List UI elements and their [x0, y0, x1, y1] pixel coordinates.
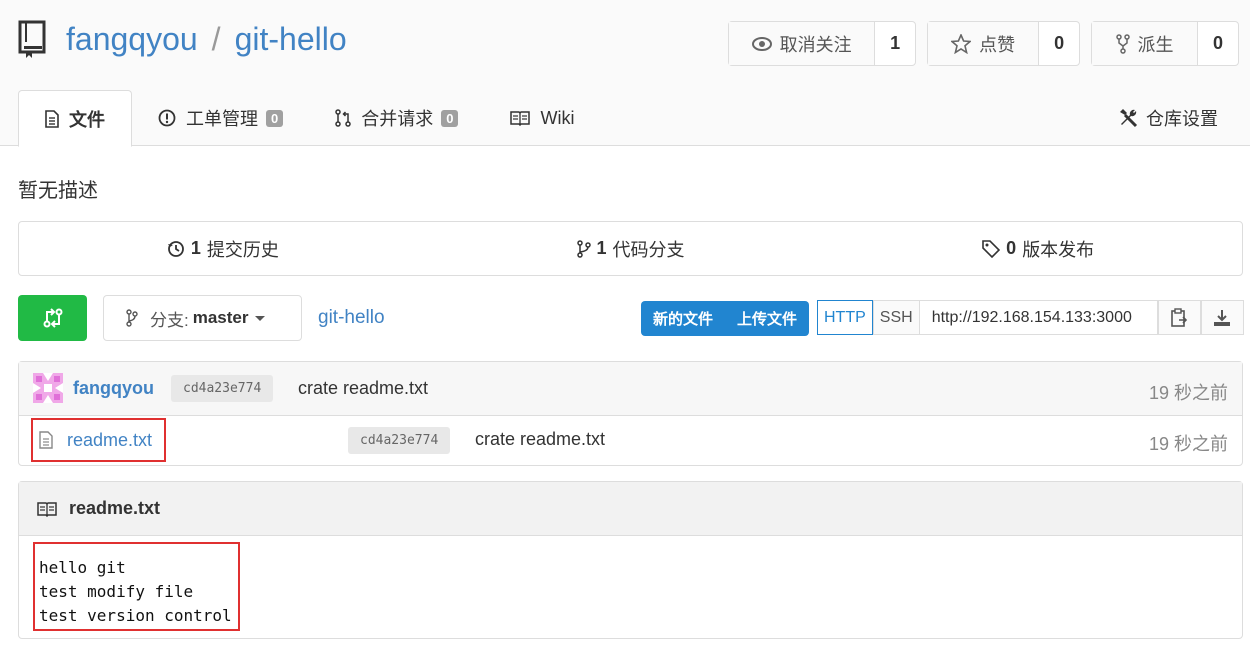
commit-time: 19 秒之前: [1148, 383, 1228, 403]
repo-stats-bar: 1 提交历史 1 代码分支 0 版本发布: [18, 221, 1243, 276]
issues-count-badge: 0: [266, 109, 284, 127]
watch-count[interactable]: 1: [875, 22, 915, 65]
download-icon: [1214, 309, 1231, 326]
stat-branches[interactable]: 1 代码分支: [427, 222, 835, 275]
tools-icon: [1120, 109, 1138, 128]
readme-line: hello git: [39, 558, 126, 577]
clone-panel: HTTP SSH http://192.168.154.133:3000: [817, 300, 1244, 335]
branch-name: master: [192, 308, 249, 327]
history-icon: [167, 240, 184, 257]
file-text-icon: [45, 109, 59, 128]
compare-arrows-icon: [43, 308, 62, 328]
commits-label: 提交历史: [206, 239, 279, 260]
tab-pull-requests[interactable]: 合并请求 0: [309, 90, 484, 146]
readme-content-highlight: hello git test modify file test version …: [33, 542, 240, 631]
tab-wiki[interactable]: Wiki: [484, 90, 600, 146]
book-open-icon: [510, 111, 531, 126]
latest-commit-row: fangqyou cd4a23e774 crate readme.txt 19 …: [19, 362, 1242, 416]
tab-files-label: 文件: [69, 109, 105, 130]
branches-label: 代码分支: [612, 239, 685, 260]
repo-title: fangqyou / git-hello: [18, 20, 347, 58]
repo-separator: /: [211, 20, 221, 57]
releases-label: 版本发布: [1022, 239, 1095, 260]
table-row: readme.txt cd4a23e774 crate readme.txt 1…: [19, 416, 1242, 466]
unwatch-button[interactable]: 取消关注: [729, 22, 876, 65]
fork-count[interactable]: 0: [1198, 22, 1238, 65]
file-commit-time: 19 秒之前: [1148, 434, 1228, 454]
file-commit-sha-label[interactable]: cd4a23e774: [348, 427, 451, 454]
commit-author[interactable]: fangqyou: [73, 378, 154, 399]
readme-header: readme.txt: [19, 482, 1242, 536]
issue-opened-icon: [158, 109, 176, 127]
readme-panel: readme.txt hello git test modify file te…: [18, 481, 1243, 639]
branch-icon: [576, 239, 591, 258]
tab-issues[interactable]: 工单管理 0: [132, 90, 309, 146]
star-label: 点赞: [979, 34, 1016, 55]
fork-button[interactable]: 派生: [1092, 22, 1198, 65]
eye-icon: [751, 36, 772, 51]
repo-tabs: 文件 工单管理 0 合并请求 0 Wiki: [18, 90, 600, 147]
branch-icon: [126, 309, 138, 327]
clipboard-icon: [1171, 307, 1188, 327]
repo-owner-link[interactable]: fangqyou: [66, 21, 198, 58]
branches-count: 1: [596, 238, 607, 258]
book-open-icon: [37, 501, 57, 517]
commit-message[interactable]: crate readme.txt: [298, 378, 428, 399]
readme-line: test modify file: [39, 582, 194, 601]
fork-icon: [1115, 33, 1130, 54]
unwatch-label: 取消关注: [779, 34, 852, 55]
compare-button[interactable]: [18, 295, 87, 341]
star-icon: [951, 33, 972, 54]
repo-description: 暂无描述: [18, 180, 98, 202]
clone-url-input[interactable]: http://192.168.154.133:3000: [919, 300, 1158, 335]
file-text-icon: [39, 431, 53, 449]
readme-line: test version control: [39, 606, 232, 625]
tab-pull-requests-label: 合并请求: [361, 109, 434, 129]
stat-commits[interactable]: 1 提交历史: [19, 222, 427, 275]
repo-name-link[interactable]: git-hello: [235, 21, 347, 58]
file-table: fangqyou cd4a23e774 crate readme.txt 19 …: [18, 361, 1243, 466]
tab-settings[interactable]: 仓库设置: [1118, 90, 1218, 146]
branch-prefix: 分支:: [150, 310, 189, 330]
breadcrumb[interactable]: git-hello: [318, 307, 385, 329]
readme-title: readme.txt: [69, 498, 161, 518]
repo-header: fangqyou / git-hello 取消关注 1 点赞 0 派生 0 文件…: [0, 0, 1250, 147]
clone-ssh-button[interactable]: SSH: [872, 300, 920, 335]
releases-count: 0: [1006, 238, 1017, 258]
commit-sha-label[interactable]: cd4a23e774: [171, 375, 274, 402]
star-count[interactable]: 0: [1039, 22, 1079, 65]
copy-url-button[interactable]: [1157, 300, 1201, 335]
tab-wiki-label: Wiki: [540, 107, 575, 128]
branch-dropdown[interactable]: 分支: master: [103, 295, 302, 341]
tab-settings-label: 仓库设置: [1146, 109, 1218, 129]
file-commit-message[interactable]: crate readme.txt: [475, 429, 605, 450]
new-file-button[interactable]: 新的文件: [641, 301, 725, 336]
file-name-link[interactable]: readme.txt: [67, 430, 152, 451]
commits-count: 1: [190, 238, 201, 258]
tab-files[interactable]: 文件: [18, 90, 132, 147]
clone-http-button[interactable]: HTTP: [817, 300, 873, 335]
stat-releases[interactable]: 0 版本发布: [834, 222, 1242, 275]
tab-issues-label: 工单管理: [186, 109, 258, 129]
download-button[interactable]: [1200, 300, 1244, 335]
pulls-count-badge: 0: [441, 109, 459, 127]
star-button[interactable]: 点赞: [928, 22, 1040, 65]
repo-book-icon: [18, 20, 46, 58]
chevron-down-icon: [254, 315, 265, 321]
file-link-highlight: readme.txt: [31, 418, 166, 462]
fork-label: 派生: [1137, 34, 1174, 55]
fork-group: 派生 0: [1091, 21, 1239, 66]
upload-file-button[interactable]: 上传文件: [725, 301, 809, 336]
tag-icon: [982, 239, 1001, 258]
watch-group: 取消关注 1: [728, 21, 916, 66]
star-group: 点赞 0: [927, 21, 1080, 66]
avatar: [33, 373, 63, 403]
file-actions-group: 新的文件 上传文件: [641, 301, 810, 336]
pull-request-icon: [335, 109, 351, 127]
